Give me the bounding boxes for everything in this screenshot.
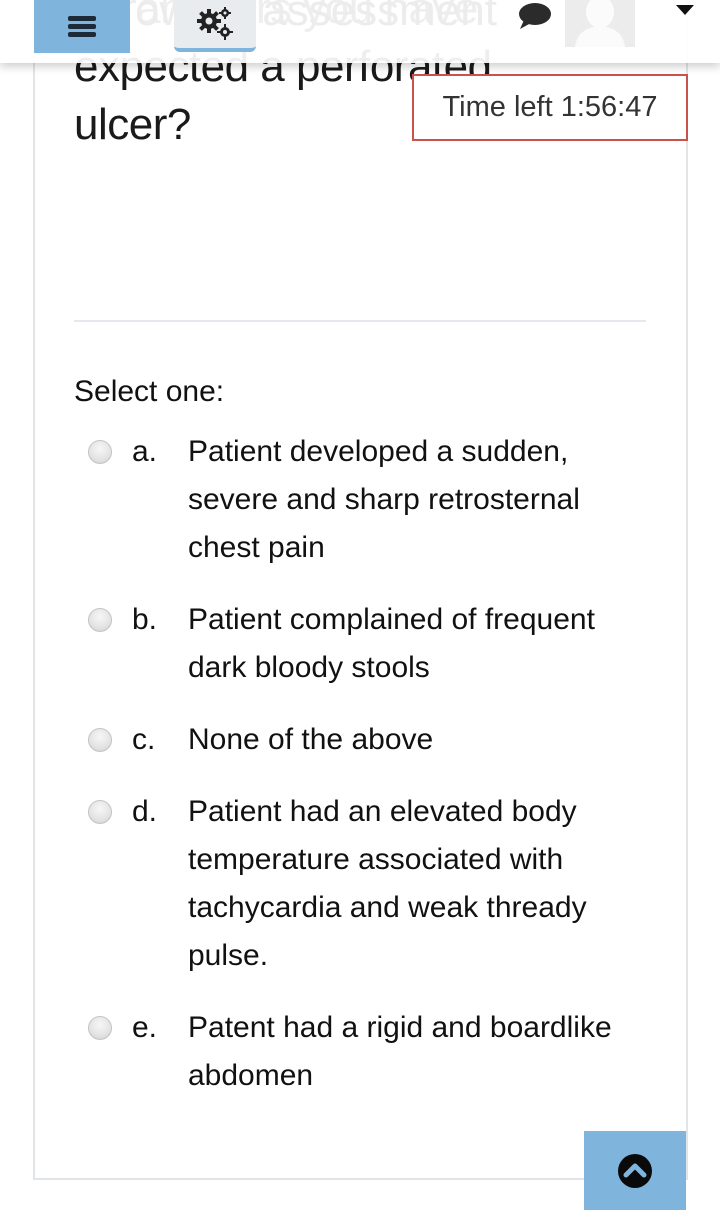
answer-letter: b. [132, 603, 158, 636]
menu-toggle-button[interactable] [34, 0, 130, 53]
answer-option-a[interactable]: a. Patient developed a sudden, severe an… [88, 428, 648, 572]
user-silhouette-icon [565, 0, 635, 47]
back-to-top-button[interactable] [584, 1131, 686, 1210]
chevron-up-circle-icon [618, 1153, 652, 1188]
time-left-indicator: Time left 1:56:47 [412, 74, 688, 141]
gears-icon [197, 7, 233, 40]
answer-text[interactable]: Patient had an elevated body temperature… [188, 788, 648, 980]
answer-list: a. Patient developed a sudden, severe an… [88, 428, 648, 1124]
answer-option-d[interactable]: d. Patient had an elevated body temperat… [88, 788, 648, 980]
answer-text[interactable]: Patent had a rigid and boardlike abdomen [188, 1004, 648, 1100]
time-left-text: Time left 1:56:47 [442, 91, 658, 123]
select-one-prompt: Select one: [74, 375, 225, 408]
answer-letter: c. [132, 723, 156, 756]
answer-text[interactable]: Patient complained of frequent dark bloo… [188, 596, 648, 692]
answer-letter: e. [132, 1011, 158, 1044]
answer-text[interactable]: Patient developed a sudden, severe and s… [188, 428, 648, 572]
answer-letter: d. [132, 795, 158, 828]
radio-button[interactable] [88, 800, 112, 824]
caret-down-icon[interactable] [676, 5, 694, 15]
settings-button[interactable] [174, 0, 256, 52]
answer-option-b[interactable]: b. Patient complained of frequent dark b… [88, 596, 648, 692]
answer-option-e[interactable]: e. Patent had a rigid and boardlike abdo… [88, 1004, 648, 1100]
top-navbar: owing assessment [0, 0, 720, 63]
radio-button[interactable] [88, 608, 112, 632]
divider [74, 320, 646, 322]
answer-letter: a. [132, 435, 158, 468]
answer-text[interactable]: None of the above [188, 716, 648, 764]
speech-bubble-icon[interactable] [516, 2, 552, 30]
radio-button[interactable] [88, 1016, 112, 1040]
radio-button[interactable] [88, 728, 112, 752]
hamburger-menu-icon [68, 13, 96, 40]
user-avatar[interactable] [565, 0, 635, 47]
radio-button[interactable] [88, 440, 112, 464]
answer-option-c[interactable]: c. None of the above [88, 716, 648, 764]
